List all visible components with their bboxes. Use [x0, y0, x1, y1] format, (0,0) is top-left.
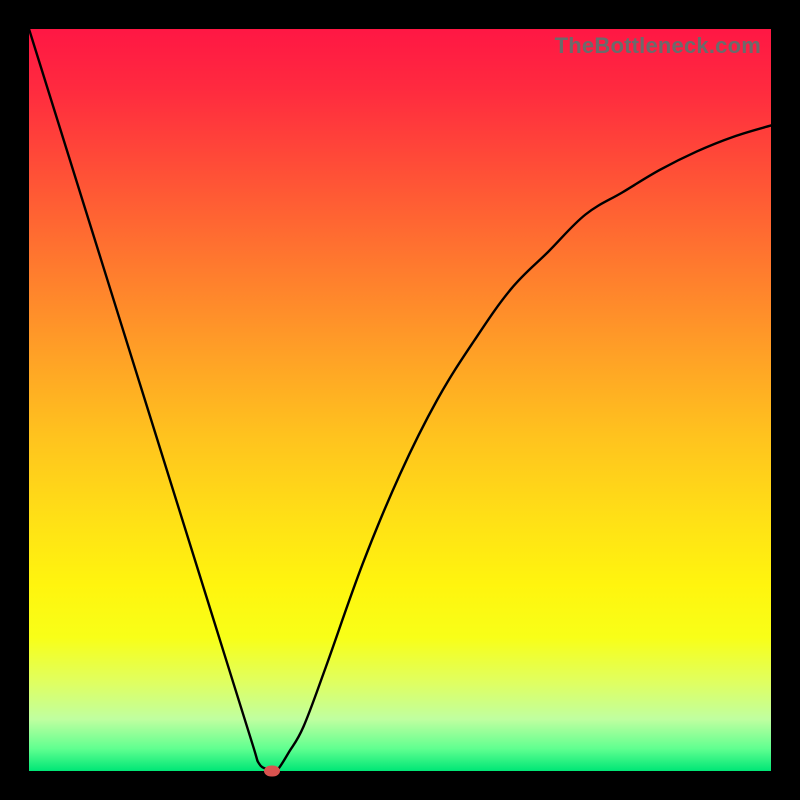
plot-area: TheBottleneck.com [29, 29, 771, 771]
chart-frame: TheBottleneck.com [0, 0, 800, 800]
optimal-point-marker [264, 766, 280, 777]
bottleneck-curve [29, 29, 771, 771]
